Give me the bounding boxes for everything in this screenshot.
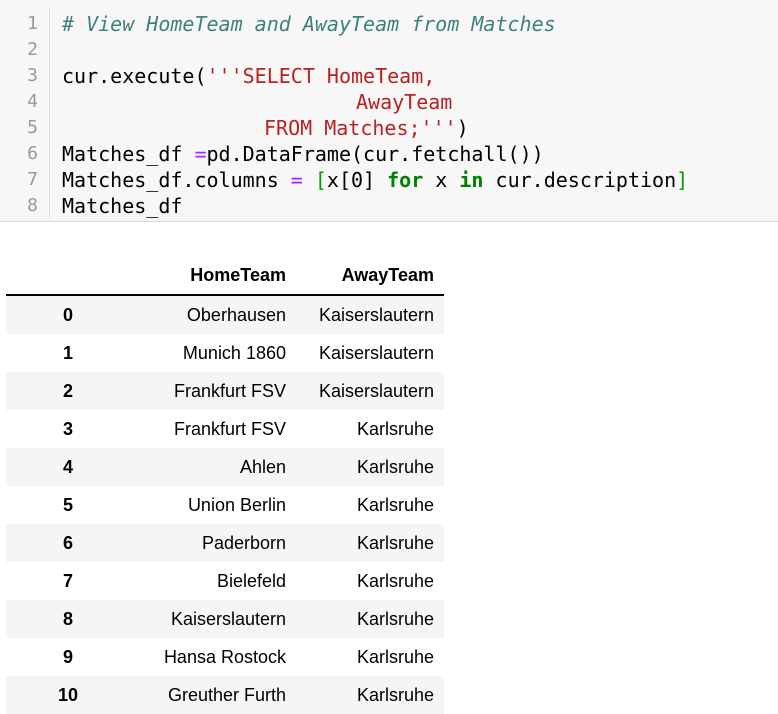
code-text: x[0] [326,168,388,192]
code-line-3[interactable]: cur.execute('''SELECT HomeTeam, [62,63,435,89]
line-number: 8 [27,195,38,216]
home-team-cell: Kaiserslautern [170,608,286,629]
code-operator: = [194,142,207,166]
home-team-cell: Paderborn [201,532,286,553]
row-index: 1 [62,342,73,363]
away-team-cell: Karlsruhe [356,570,434,591]
away-team-cell: Karlsruhe [356,494,434,515]
line-number: 1 [27,13,38,34]
table-row: 10 Greuther Furth Karlsruhe [6,676,444,714]
table-row: 5 Union Berlin Karlsruhe [6,486,444,524]
row-index: 3 [62,418,73,439]
away-team-cell: Karlsruhe [356,532,434,553]
code-text: cur.execute( [62,64,207,88]
home-team-cell: Frankfurt FSV [173,418,286,439]
away-team-cell: Karlsruhe [356,684,434,705]
table-row: 1 Munich 1860 Kaiserslautern [6,334,444,372]
home-team-cell: Greuther Furth [167,684,286,705]
code-keyword: in [459,168,484,192]
line-number: 6 [27,143,38,164]
code-text: Matches_df [62,142,195,166]
away-team-cell: Kaiserslautern [318,380,434,401]
table-header-row: HomeTeam AwayTeam [6,256,444,296]
away-team-cell: Kaiserslautern [318,342,434,363]
code-line-1[interactable]: # View HomeTeam and AwayTeam from Matche… [62,11,556,37]
table-row: 9 Hansa Rostock Karlsruhe [6,638,444,676]
table-row: 3 Frankfurt FSV Karlsruhe [6,410,444,448]
home-team-cell: Frankfurt FSV [173,380,286,401]
code-keyword: for [387,168,424,192]
row-index: 7 [62,570,73,591]
line-number: 2 [27,39,38,60]
index-column-header [6,256,130,296]
away-team-cell: Kaiserslautern [318,304,434,325]
line-number: 3 [27,65,38,86]
row-index: 4 [62,456,73,477]
row-index: 10 [57,684,79,705]
row-index: 5 [62,494,73,515]
code-text: pd.DataFrame(cur.fetchall()) [206,142,544,166]
code-text: ) [456,116,469,140]
row-index: 2 [62,380,73,401]
home-team-cell: Munich 1860 [182,342,286,363]
code-string: FROM Matches;''' [264,116,457,140]
code-cell[interactable]: 1 2 3 4 5 6 7 8 # View HomeTeam and Away… [0,0,778,222]
line-number-gutter: 1 2 3 4 5 6 7 8 [0,8,50,218]
home-team-cell: Bielefeld [216,570,286,591]
table-row: 6 Paderborn Karlsruhe [6,524,444,562]
code-text: Matches_df [62,194,183,218]
away-team-cell: Karlsruhe [356,646,434,667]
code-text: x [423,168,460,192]
home-team-cell: Ahlen [239,456,286,477]
away-team-cell: Karlsruhe [356,608,434,629]
code-line-8[interactable]: Matches_df [62,193,182,219]
dataframe-output-table: HomeTeam AwayTeam 0 Oberhausen Kaiserslaut… [6,256,444,714]
table-row: 8 Kaiserslautern Karlsruhe [6,600,444,638]
line-number: 4 [27,91,38,112]
table-row: 7 Bielefeld Karlsruhe [6,562,444,600]
code-line-4[interactable]: AwayTeam [356,89,452,115]
code-bracket: [ [314,168,327,192]
code-string: AwayTeam [356,90,453,114]
code-text: Matches_df.columns [62,168,291,192]
code-comment: # View HomeTeam and AwayTeam from Matche… [62,12,556,36]
home-team-cell: Union Berlin [187,494,286,515]
code-string: '''SELECT HomeTeam, [206,64,436,88]
away-team-cell: Karlsruhe [356,456,434,477]
table-row: 2 Frankfurt FSV Kaiserslautern [6,372,444,410]
row-index: 9 [62,646,73,667]
code-text: cur.description [483,168,677,192]
row-index: 6 [62,532,73,553]
table-row: 4 Ahlen Karlsruhe [6,448,444,486]
line-number: 5 [27,117,38,138]
row-index: 0 [62,304,73,325]
code-line-5[interactable]: FROM Matches;''') [264,115,469,141]
home-team-cell: Hansa Rostock [163,646,286,667]
table-row: 0 Oberhausen Kaiserslautern [6,295,444,334]
line-number: 7 [27,169,38,190]
code-line-6[interactable]: Matches_df =pd.DataFrame(cur.fetchall()) [62,141,544,167]
row-index: 8 [62,608,73,629]
home-team-cell: Oberhausen [186,304,286,325]
code-line-7[interactable]: Matches_df.columns = [x[0] for x in cur.… [62,167,688,193]
code-operator: = [290,168,303,192]
awayteam-column-header: AwayTeam [296,256,444,296]
hometeam-column-header: HomeTeam [130,256,296,296]
code-bracket: ] [676,168,689,192]
away-team-cell: Karlsruhe [356,418,434,439]
